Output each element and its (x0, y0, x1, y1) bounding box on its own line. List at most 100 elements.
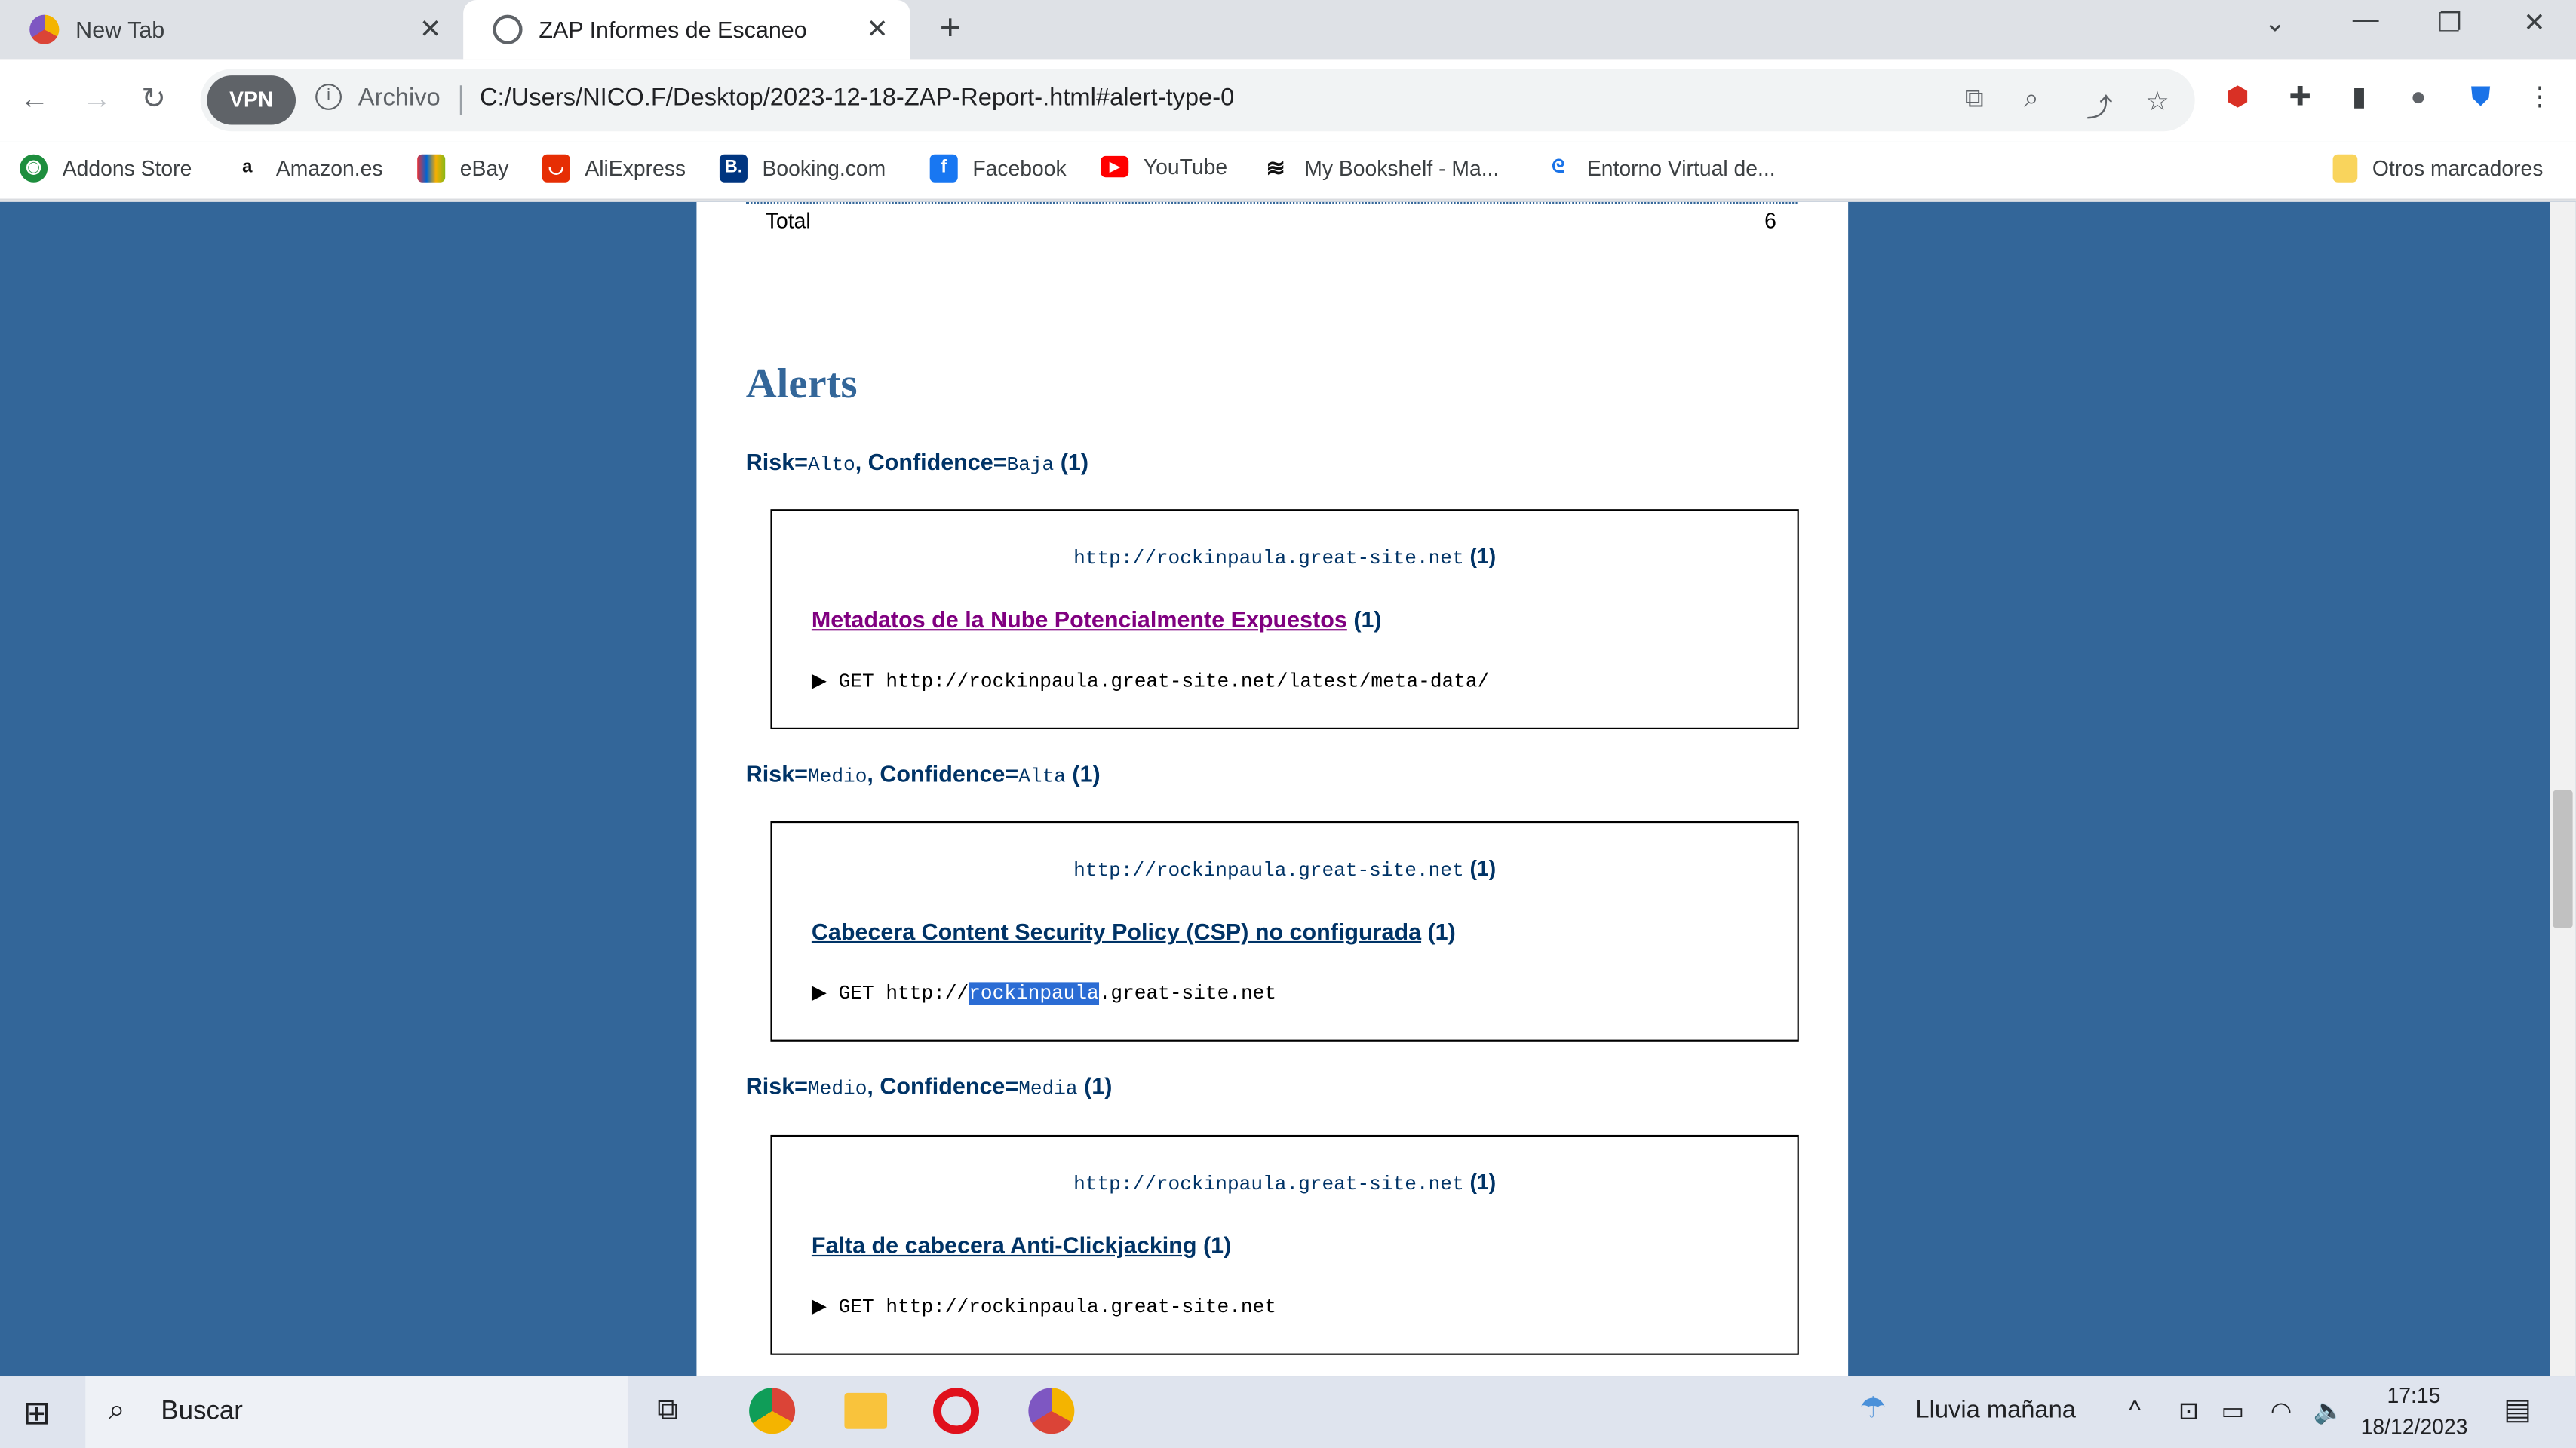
bookmarks-bar: ◉ Addons Store a Amazon.es eBay ◡ AliExpres… (0, 141, 2576, 201)
bookmark-entorno[interactable]: ᘓ Entorno Virtual de... (1544, 155, 1775, 183)
bookmark-bookshelf[interactable]: ≋ My Bookshelf - Ma... (1262, 154, 1500, 183)
vpn-browser-icon[interactable] (1028, 1388, 1075, 1434)
bookmark-label: YouTube (1143, 154, 1228, 179)
battery-icon[interactable]: ▭ (2221, 1396, 2245, 1425)
close-icon[interactable]: ✕ (861, 13, 894, 46)
tab-title: ZAP Informes de Escaneo (539, 16, 807, 43)
volume-icon[interactable]: 🔈 (2313, 1396, 2344, 1425)
shield-icon[interactable]: ⛊ (2464, 82, 2498, 115)
vpn-badge[interactable]: VPN (207, 75, 296, 125)
restore-icon[interactable]: ❐ (2438, 7, 2461, 40)
notification-icon[interactable]: ▤ (2504, 1393, 2531, 1428)
info-icon[interactable]: i (315, 84, 342, 110)
weather-text[interactable]: Lluvia mañana (1915, 1396, 2076, 1424)
alert-count: (1) (1203, 1232, 1232, 1259)
taskbar-search[interactable]: ⌕ Buscar (85, 1376, 628, 1448)
reload-icon[interactable]: ↻ (141, 82, 166, 117)
risk-heading: Risk=Alto, Confidence=Baja (1) (746, 449, 1088, 477)
site-count: (1) (1469, 855, 1497, 881)
share-icon[interactable]: ⤴ (2086, 85, 2113, 124)
alert-count: (1) (1353, 606, 1382, 633)
bookmark-addons-store[interactable]: ◉ Addons Store (20, 154, 192, 183)
divider (745, 201, 1798, 204)
clock-date[interactable]: 18/12/2023 (2361, 1414, 2468, 1439)
bookmark-label: Entorno Virtual de... (1586, 155, 1776, 181)
opera-icon[interactable] (933, 1388, 980, 1434)
chevron-up-icon[interactable]: ^ (2129, 1396, 2141, 1424)
globe-icon (493, 14, 523, 44)
back-icon[interactable]: ← (20, 82, 49, 117)
divider (459, 85, 462, 115)
search-icon: ⌕ (108, 1392, 125, 1426)
risk-value: Medio (807, 1077, 867, 1101)
confidence-label: , Confidence= (867, 760, 1019, 787)
risk-value: Alto (807, 453, 855, 477)
bookmark-label: AliExpress (585, 155, 686, 181)
forward-icon[interactable]: → (82, 82, 112, 117)
new-tab-icon[interactable]: + (940, 7, 961, 50)
alert-link[interactable]: Falta de cabecera Anti-Clickjacking (812, 1232, 1197, 1258)
site-count: (1) (1469, 543, 1497, 569)
bookmark-label: Amazon.es (275, 155, 383, 181)
search-input[interactable]: Buscar (161, 1397, 242, 1427)
minimize-icon[interactable]: — (2353, 7, 2379, 36)
request-summary[interactable]: ▶ GET http://rockinpaula.great-site.net (812, 980, 1276, 1005)
alert-count: (1) (1427, 918, 1456, 945)
request-summary[interactable]: ▶ GET http://rockinpaula.great-site.net (812, 1294, 1276, 1318)
bookmark-label: My Bookshelf - Ma... (1304, 155, 1500, 181)
bookmark-youtube[interactable]: ▶ YouTube (1101, 155, 1227, 179)
total-value: 6 (1764, 208, 1776, 234)
meet-icon[interactable]: ⊡ (2178, 1396, 2199, 1425)
site-count: (1) (1469, 1169, 1497, 1195)
wifi-icon[interactable]: ◠ (2271, 1396, 2292, 1425)
chrome-icon[interactable] (749, 1388, 796, 1434)
bookshelf-icon: ≋ (1266, 154, 1285, 181)
booking-icon: B. (719, 154, 748, 183)
site-url: http://rockinpaula.great-site.net (1073, 547, 1464, 570)
selected-text: rockinpaula (969, 982, 1099, 1005)
risk-heading: Risk=Medio, Confidence=Alta (1) (746, 760, 1101, 788)
file-explorer-icon[interactable] (844, 1392, 888, 1429)
vpn-browser-icon (29, 14, 60, 44)
tab-zap-report[interactable]: ZAP Informes de Escaneo ✕ (463, 0, 910, 60)
close-icon[interactable]: ✕ (414, 13, 447, 46)
facebook-icon: f (929, 154, 958, 183)
scheme-label: Archivo (358, 84, 441, 112)
profile-icon[interactable]: ● (2402, 82, 2435, 115)
close-window-icon[interactable]: ✕ (2523, 7, 2545, 40)
address-bar[interactable]: VPN i Archivo C:/Users/NICO.F/Desktop/20… (200, 69, 2195, 132)
scrollbar-thumb[interactable] (2553, 790, 2573, 928)
task-view-icon[interactable]: ⧉ (657, 1393, 678, 1428)
menu-icon[interactable]: ⋮ (2523, 82, 2556, 115)
confidence-label: , Confidence= (855, 448, 1007, 475)
translate-icon[interactable]: ⧉ (1965, 85, 1984, 115)
tab-new-tab[interactable]: New Tab ✕ (0, 0, 463, 59)
request-summary[interactable]: ▶ GET http://rockinpaula.great-site.net/… (812, 668, 1489, 693)
bookmark-aliexpress[interactable]: ◡ AliExpress (542, 154, 686, 183)
clock-time[interactable]: 17:15 (2387, 1383, 2440, 1408)
star-icon[interactable]: ☆ (2145, 85, 2169, 118)
confidence-value: Baja (1006, 453, 1055, 477)
url-text[interactable]: C:/Users/NICO.F/Desktop/2023-12-18-ZAP-R… (480, 84, 1234, 112)
total-label: Total (765, 208, 811, 234)
adblock-icon[interactable]: ⬢ (2221, 82, 2255, 115)
bookmark-amazon[interactable]: a Amazon.es (233, 155, 382, 183)
alert-link[interactable]: Cabecera Content Security Policy (CSP) n… (812, 918, 1421, 944)
request-prefix: ▶ GET http:// (811, 982, 969, 1005)
zoom-icon[interactable]: ⌕ (2024, 85, 2039, 115)
site-heading: http://rockinpaula.great-site.net (1) (772, 544, 1798, 570)
bookmark-facebook[interactable]: f Facebook (929, 154, 1067, 183)
windows-start-icon[interactable]: ⊞ (23, 1393, 51, 1434)
alert-title: Falta de cabecera Anti-Clickjacking (1) (812, 1232, 1231, 1258)
alert-link[interactable]: Metadatos de la Nube Potencialmente Expu… (812, 606, 1347, 633)
alert-title: Metadatos de la Nube Potencialmente Expu… (812, 606, 1382, 633)
extensions-icon[interactable]: ✚ (2283, 82, 2317, 115)
other-bookmarks[interactable]: Otros marcadores (2332, 154, 2543, 183)
ebay-icon (417, 154, 446, 183)
bookmark-ebay[interactable]: eBay (417, 154, 508, 183)
scrollbar[interactable] (2550, 201, 2576, 1377)
side-panel-icon[interactable]: ▮ (2343, 82, 2376, 115)
bookmark-booking[interactable]: B. Booking.com (719, 154, 886, 183)
taskbar: ⊞ ⌕ Buscar ⧉ ☂ Lluvia mañana ^ ⊡ ▭ ◠ 🔈 1… (0, 1376, 2576, 1448)
chevron-down-icon[interactable]: ⌄ (2264, 7, 2286, 40)
